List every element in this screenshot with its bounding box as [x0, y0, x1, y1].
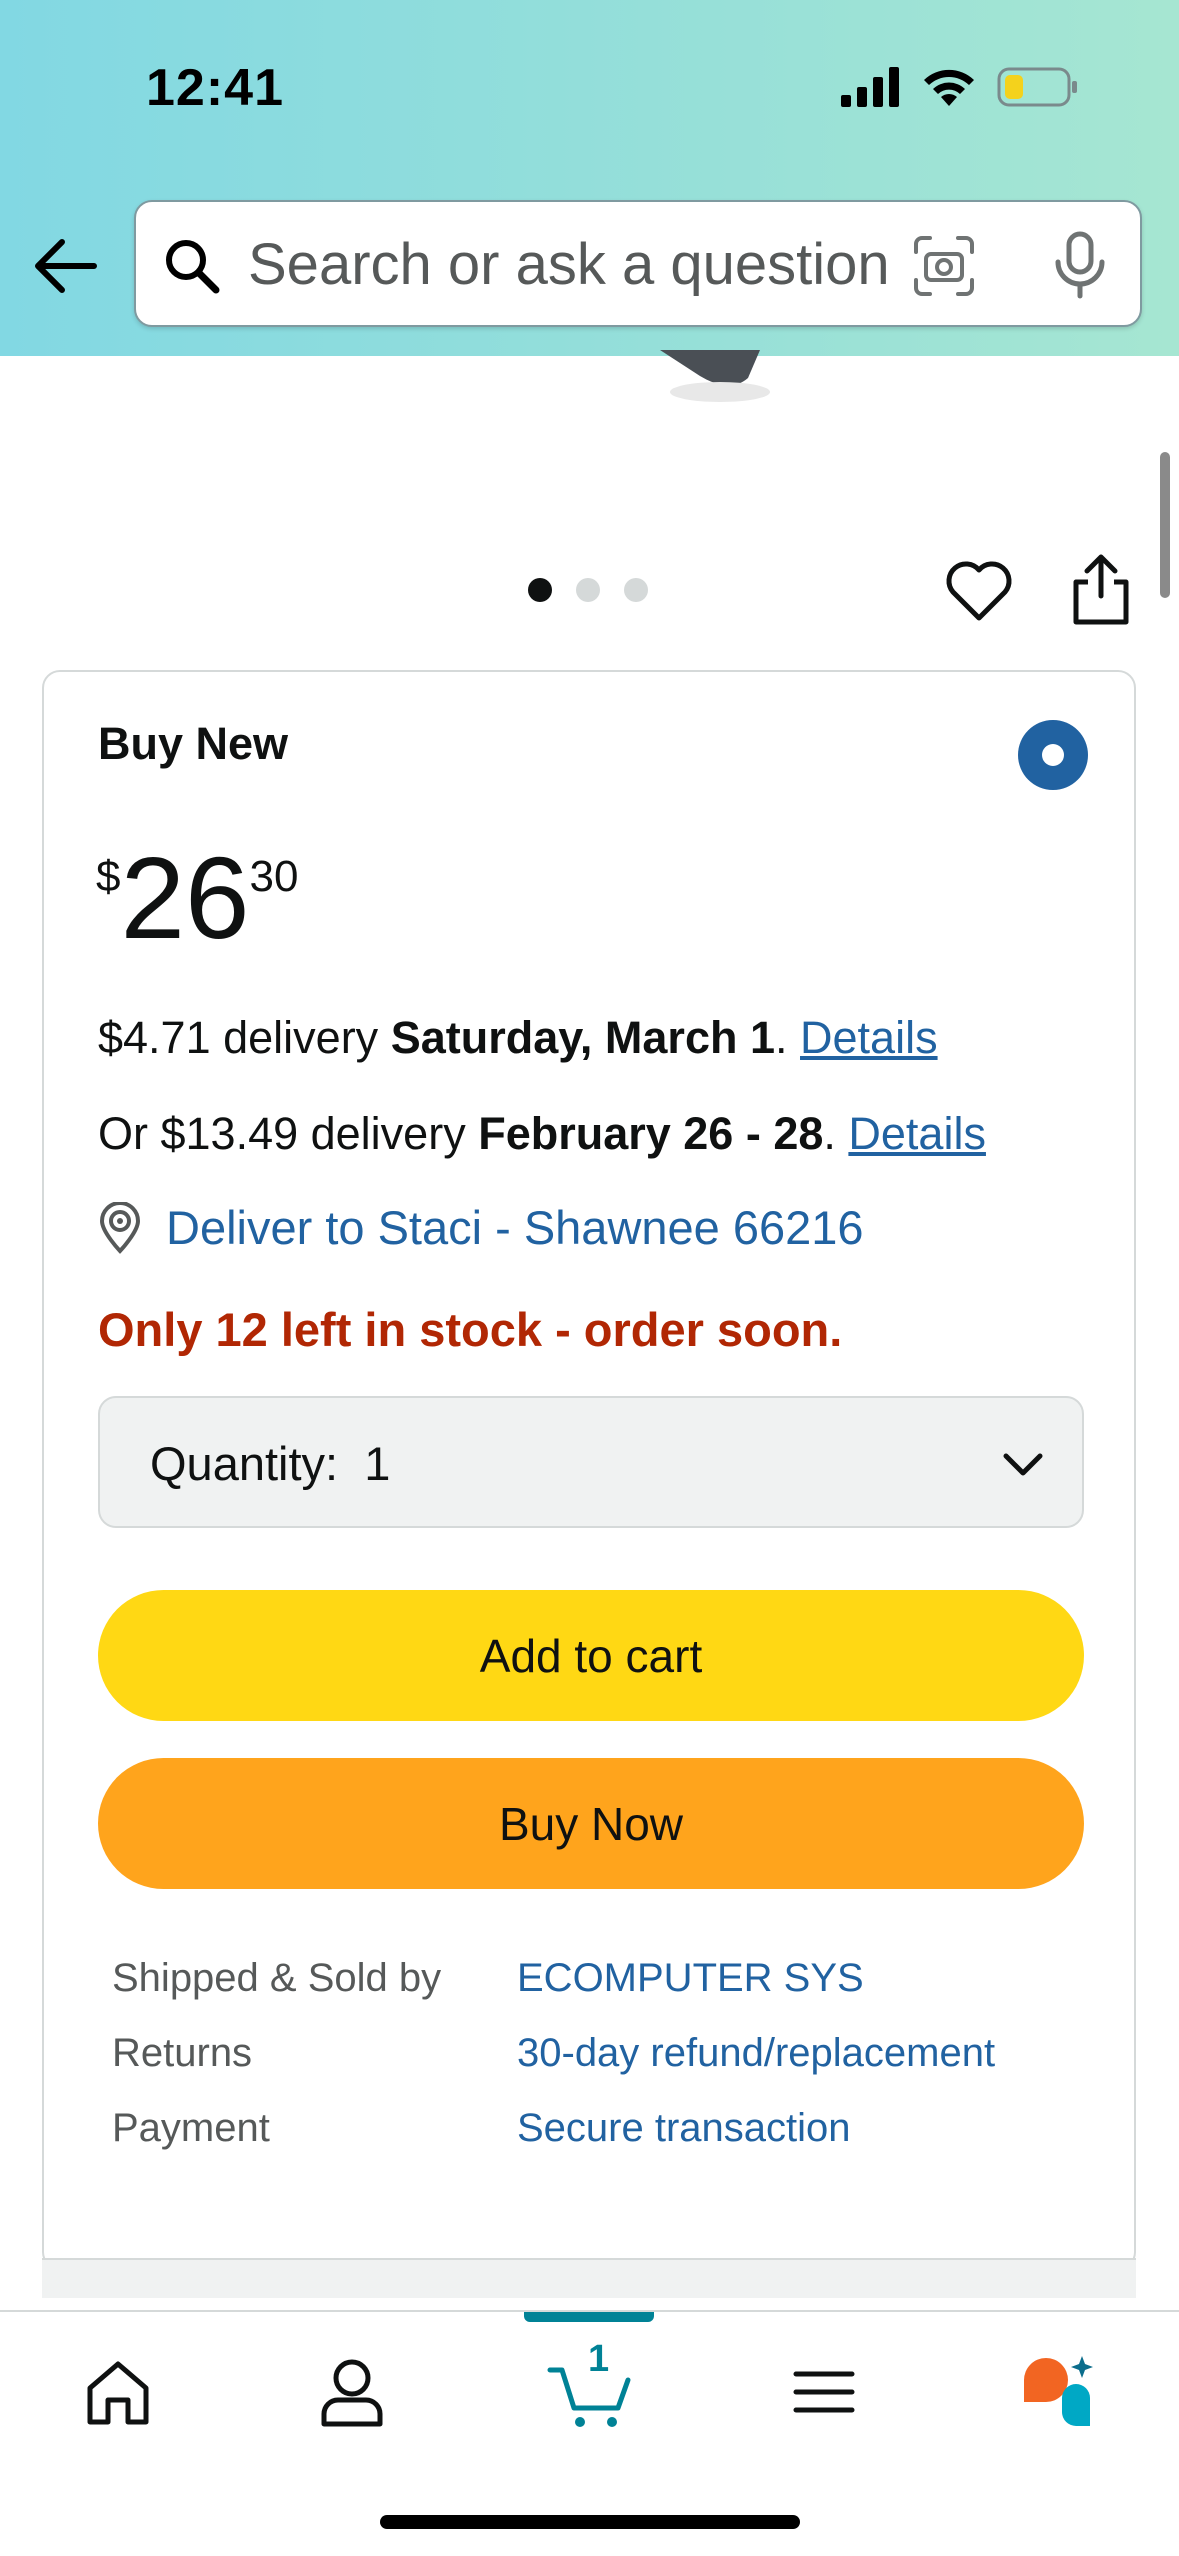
- scrollbar[interactable]: [1160, 452, 1170, 598]
- chevron-down-icon: [1003, 1453, 1043, 1476]
- back-button[interactable]: [28, 228, 104, 304]
- location-pin-icon: [99, 1201, 141, 1254]
- buy-option-title: Buy New: [98, 718, 289, 769]
- next-section-card: [42, 2258, 1136, 2298]
- buy-now-button[interactable]: Buy Now: [98, 1758, 1084, 1889]
- delivery-secondary-prefix: Or $13.49 delivery: [98, 1108, 479, 1159]
- delivery-secondary: Or $13.49 delivery February 26 - 28. Det…: [98, 1108, 986, 1160]
- shipped-sold-label: Shipped & Sold by: [112, 1956, 442, 2000]
- delivery-secondary-date: February 26 - 28: [478, 1108, 824, 1159]
- home-indicator: [380, 2515, 800, 2529]
- price-whole: 26: [120, 833, 250, 963]
- carousel-dot[interactable]: [624, 578, 648, 602]
- back-arrow-icon: [35, 239, 97, 293]
- battery-icon: [997, 67, 1077, 107]
- carousel-dots: [528, 578, 648, 602]
- buy-box: Buy New $ 26 30 $4.71 delivery Saturday,…: [42, 670, 1136, 2270]
- delivery-primary: $4.71 delivery Saturday, March 1. Detail…: [98, 1012, 938, 1064]
- deliver-to-link[interactable]: Deliver to Staci - Shawnee 66216: [98, 1200, 864, 1255]
- carousel-dot[interactable]: [528, 578, 552, 602]
- delivery-primary-date: Saturday, March 1: [390, 1012, 775, 1063]
- cart-count-badge: 1: [588, 2338, 610, 2380]
- rufus-assistant-icon[interactable]: [1018, 2352, 1098, 2432]
- signal-icon: [841, 67, 899, 107]
- account-icon[interactable]: [312, 2352, 392, 2432]
- home-icon[interactable]: [78, 2352, 158, 2432]
- price: $ 26 30: [96, 840, 298, 956]
- menu-icon[interactable]: [784, 2352, 864, 2432]
- buy-new-radio[interactable]: [1018, 720, 1088, 790]
- returns-label: Returns: [112, 2031, 253, 2075]
- search-input[interactable]: Search or ask a question: [248, 232, 968, 298]
- search-bar[interactable]: Search or ask a question: [134, 200, 1142, 327]
- delivery-secondary-suffix: .: [823, 1108, 849, 1159]
- delivery-primary-prefix: $4.71 delivery: [98, 1012, 391, 1063]
- wishlist-heart-icon[interactable]: [944, 556, 1014, 626]
- seller-link[interactable]: ECOMPUTER SYS: [517, 1956, 864, 2001]
- wifi-icon: [924, 69, 974, 106]
- product-image[interactable]: [630, 350, 780, 410]
- camera-scan-icon[interactable]: [912, 234, 976, 298]
- status-time: 12:41: [146, 59, 284, 117]
- add-to-cart-button[interactable]: Add to cart: [98, 1590, 1084, 1721]
- price-currency: $: [96, 852, 121, 901]
- quantity-label: Quantity: 1: [150, 1437, 391, 1490]
- payment-label: Payment: [112, 2106, 270, 2150]
- fast-delivery-details-link[interactable]: Details: [848, 1108, 986, 1159]
- delivery-primary-suffix: .: [775, 1012, 801, 1063]
- carousel-dot[interactable]: [576, 578, 600, 602]
- quantity-select[interactable]: Quantity: 1: [98, 1396, 1084, 1528]
- share-icon[interactable]: [1068, 552, 1134, 628]
- delivery-details-link[interactable]: Details: [800, 1012, 938, 1063]
- returns-link[interactable]: 30-day refund/replacement: [517, 2031, 995, 2076]
- quantity-value: 1: [364, 1437, 391, 1490]
- cart-active-indicator: [524, 2312, 654, 2322]
- payment-link[interactable]: Secure transaction: [517, 2106, 851, 2151]
- microphone-icon[interactable]: [1048, 230, 1112, 300]
- stock-message: Only 12 left in stock - order soon.: [98, 1303, 843, 1356]
- app-header: 12:41 Search or ask a question: [0, 0, 1179, 356]
- search-icon: [166, 240, 220, 294]
- deliver-to-text[interactable]: Deliver to Staci - Shawnee 66216: [166, 1200, 864, 1255]
- status-icons: [841, 62, 1079, 112]
- price-fraction: 30: [249, 852, 299, 901]
